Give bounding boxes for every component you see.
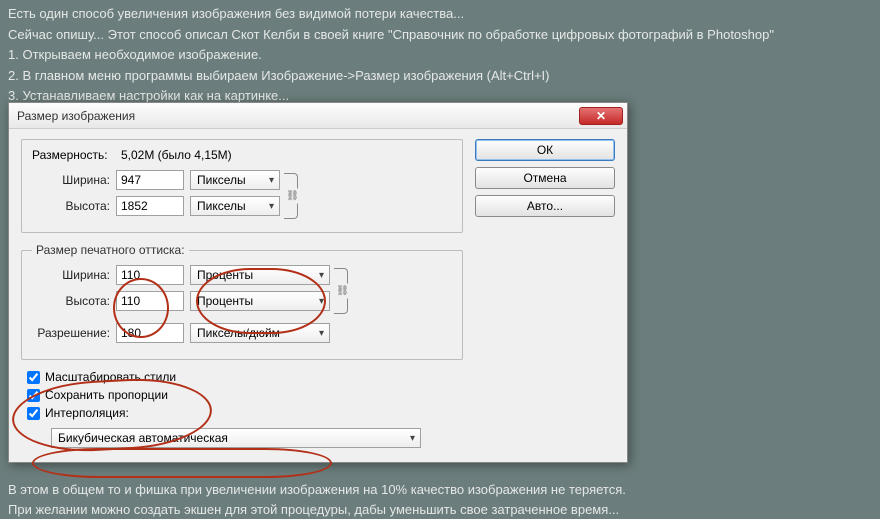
auto-button[interactable]: Авто... [475, 195, 615, 217]
outro-line: При желании можно создать экшен для этой… [8, 500, 626, 519]
doc-width-unit-select[interactable]: Проценты [190, 265, 330, 285]
options-group: Масштабировать стили Сохранить пропорции… [21, 370, 463, 448]
cancel-button[interactable]: Отмена [475, 167, 615, 189]
doc-height-unit-select[interactable]: Проценты [190, 291, 330, 311]
doc-width-input[interactable] [116, 265, 184, 285]
width-unit-select[interactable]: Пикселы [190, 170, 280, 190]
scale-styles-checkbox[interactable]: Масштабировать стили [27, 370, 463, 384]
resample-checkbox[interactable]: Интерполяция: [27, 406, 463, 420]
link-icon[interactable] [284, 173, 298, 219]
intro-line: 2. В главном меню программы выбираем Изо… [8, 66, 872, 86]
document-size-group: Размер печатного оттиска: Ширина: Процен… [21, 243, 463, 360]
close-icon: ✕ [596, 109, 606, 123]
document-size-legend: Размер печатного оттиска: [32, 243, 189, 257]
resolution-input[interactable] [116, 323, 184, 343]
dimensions-label: Размерность: [32, 148, 108, 162]
intro-line: Сейчас опишу... Этот способ описал Скот … [8, 25, 872, 45]
constrain-proportions-checkbox[interactable]: Сохранить пропорции [27, 388, 463, 402]
ok-button[interactable]: ОК [475, 139, 615, 161]
dimensions-value: 5,02M (было 4,15M) [121, 148, 232, 162]
height-input[interactable] [116, 196, 184, 216]
constrain-check[interactable] [27, 389, 40, 402]
resolution-label: Разрешение: [32, 326, 110, 340]
doc-width-label: Ширина: [32, 268, 110, 282]
interpolation-select[interactable]: Бикубическая автоматическая [51, 428, 421, 448]
outro-text: В этом в общем то и фишка при увеличении… [8, 480, 626, 519]
intro-line: Есть один способ увеличения изображения … [8, 4, 872, 24]
height-label: Высота: [32, 199, 110, 213]
width-input[interactable] [116, 170, 184, 190]
scale-styles-check[interactable] [27, 371, 40, 384]
link-icon[interactable] [334, 268, 348, 314]
outro-line: В этом в общем то и фишка при увеличении… [8, 480, 626, 500]
image-size-dialog: Размер изображения ✕ Размерность: 5,02M … [8, 102, 628, 463]
doc-height-label: Высота: [32, 294, 110, 308]
width-label: Ширина: [32, 173, 110, 187]
resample-check[interactable] [27, 407, 40, 420]
titlebar[interactable]: Размер изображения ✕ [9, 103, 627, 129]
intro-text: Есть один способ увеличения изображения … [0, 0, 880, 106]
intro-line: 1. Открываем необходимое изображение. [8, 45, 872, 65]
resolution-unit-select[interactable]: Пикселы/дюйм [190, 323, 330, 343]
height-unit-select[interactable]: Пикселы [190, 196, 280, 216]
pixel-dimensions-group: Размерность: 5,02M (было 4,15M) Ширина: … [21, 139, 463, 233]
doc-height-input[interactable] [116, 291, 184, 311]
close-button[interactable]: ✕ [579, 107, 623, 125]
dialog-title: Размер изображения [17, 109, 579, 123]
